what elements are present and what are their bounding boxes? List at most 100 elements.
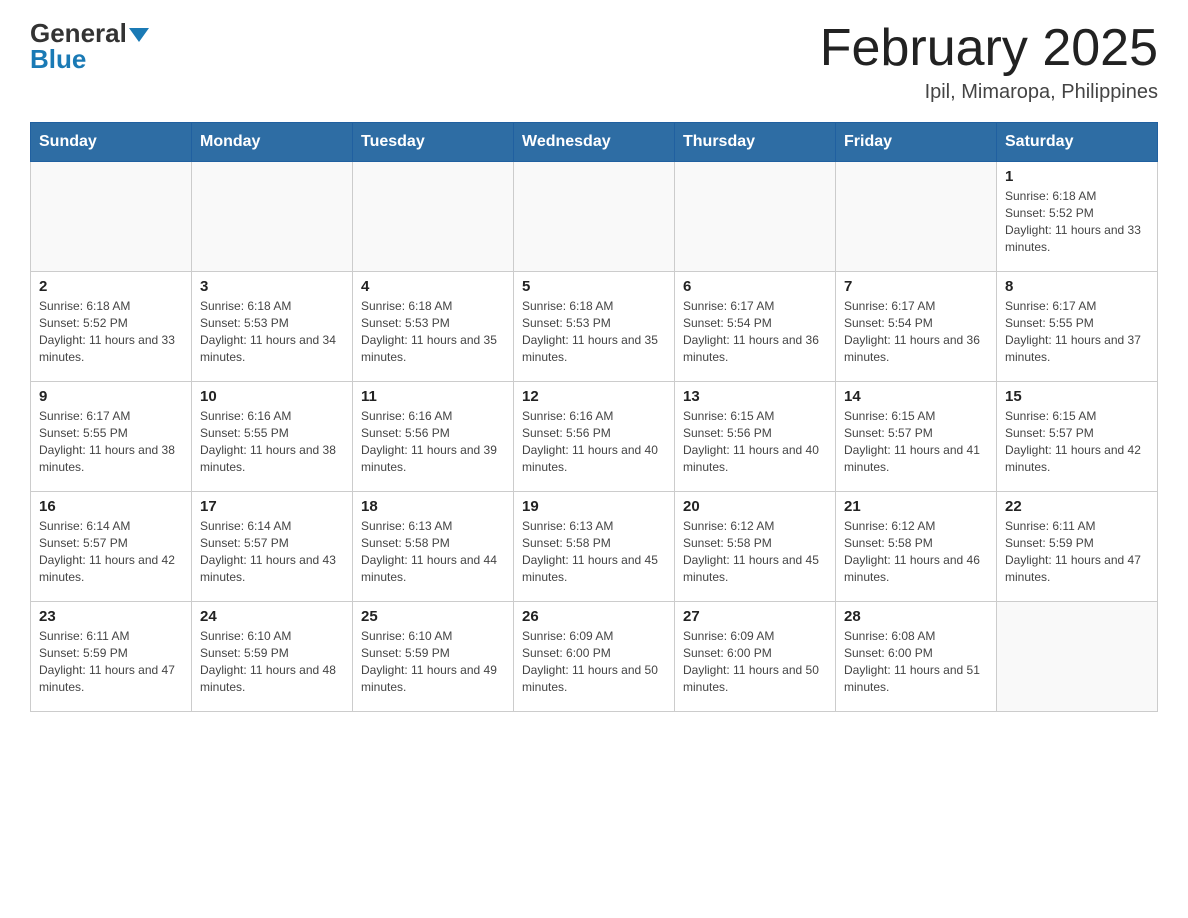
header-thursday: Thursday [675, 123, 836, 162]
week-row-3: 16 Sunrise: 6:14 AM Sunset: 5:57 PM Dayli… [31, 492, 1158, 602]
day-info: Sunrise: 6:17 AM Sunset: 5:54 PM Dayligh… [844, 298, 988, 365]
calendar-cell: 21 Sunrise: 6:12 AM Sunset: 5:58 PM Dayli… [836, 492, 997, 602]
day-info: Sunrise: 6:15 AM Sunset: 5:57 PM Dayligh… [844, 408, 988, 475]
day-info: Sunrise: 6:13 AM Sunset: 5:58 PM Dayligh… [361, 518, 505, 585]
logo-general: General [30, 20, 149, 46]
calendar-cell [836, 162, 997, 272]
calendar-cell: 24 Sunrise: 6:10 AM Sunset: 5:59 PM Dayli… [192, 602, 353, 712]
day-number: 5 [522, 278, 666, 295]
header-tuesday: Tuesday [353, 123, 514, 162]
day-number: 11 [361, 388, 505, 405]
calendar-cell [192, 162, 353, 272]
day-number: 12 [522, 388, 666, 405]
calendar-cell: 9Sunrise: 6:17 AM Sunset: 5:55 PM Daylig… [31, 382, 192, 492]
week-row-2: 9Sunrise: 6:17 AM Sunset: 5:55 PM Daylig… [31, 382, 1158, 492]
day-number: 6 [683, 278, 827, 295]
calendar-cell: 2 Sunrise: 6:18 AM Sunset: 5:52 PM Daylig… [31, 272, 192, 382]
day-info: Sunrise: 6:18 AM Sunset: 5:52 PM Dayligh… [39, 298, 183, 365]
day-info: Sunrise: 6:16 AM Sunset: 5:55 PM Dayligh… [200, 408, 344, 475]
header-monday: Monday [192, 123, 353, 162]
calendar-cell: 8Sunrise: 6:17 AM Sunset: 5:55 PM Daylig… [997, 272, 1158, 382]
calendar-cell: 15 Sunrise: 6:15 AM Sunset: 5:57 PM Dayli… [997, 382, 1158, 492]
header-wednesday: Wednesday [514, 123, 675, 162]
calendar-cell: 10 Sunrise: 6:16 AM Sunset: 5:55 PM Dayli… [192, 382, 353, 492]
day-number: 25 [361, 608, 505, 625]
calendar-cell: 19 Sunrise: 6:13 AM Sunset: 5:58 PM Dayli… [514, 492, 675, 602]
title-block: February 2025 Ipil, Mimaropa, Philippine… [820, 20, 1158, 104]
day-info: Sunrise: 6:17 AM Sunset: 5:55 PM Dayligh… [1005, 298, 1149, 365]
calendar-cell: 14 Sunrise: 6:15 AM Sunset: 5:57 PM Dayli… [836, 382, 997, 492]
calendar-cell: 5 Sunrise: 6:18 AM Sunset: 5:53 PM Daylig… [514, 272, 675, 382]
calendar-table: Sunday Monday Tuesday Wednesday Thursday… [30, 122, 1158, 712]
day-number: 19 [522, 498, 666, 515]
day-info: Sunrise: 6:12 AM Sunset: 5:58 PM Dayligh… [844, 518, 988, 585]
day-number: 2 [39, 278, 183, 295]
day-number: 13 [683, 388, 827, 405]
header-row: Sunday Monday Tuesday Wednesday Thursday… [31, 123, 1158, 162]
calendar-cell: 6 Sunrise: 6:17 AM Sunset: 5:54 PM Daylig… [675, 272, 836, 382]
day-number: 15 [1005, 388, 1149, 405]
day-info: Sunrise: 6:16 AM Sunset: 5:56 PM Dayligh… [522, 408, 666, 475]
day-info: Sunrise: 6:08 AM Sunset: 6:00 PM Dayligh… [844, 628, 988, 695]
calendar-cell: 11 Sunrise: 6:16 AM Sunset: 5:56 PM Dayli… [353, 382, 514, 492]
calendar-cell [514, 162, 675, 272]
day-info: Sunrise: 6:09 AM Sunset: 6:00 PM Dayligh… [683, 628, 827, 695]
calendar-subtitle: Ipil, Mimaropa, Philippines [820, 81, 1158, 104]
day-number: 10 [200, 388, 344, 405]
week-row-1: 2 Sunrise: 6:18 AM Sunset: 5:52 PM Daylig… [31, 272, 1158, 382]
calendar-cell: 4Sunrise: 6:18 AM Sunset: 5:53 PM Daylig… [353, 272, 514, 382]
calendar-cell [675, 162, 836, 272]
day-info: Sunrise: 6:10 AM Sunset: 5:59 PM Dayligh… [361, 628, 505, 695]
calendar-cell: 23 Sunrise: 6:11 AM Sunset: 5:59 PM Dayli… [31, 602, 192, 712]
day-info: Sunrise: 6:18 AM Sunset: 5:53 PM Dayligh… [200, 298, 344, 365]
page-header: General Blue February 2025 Ipil, Mimarop… [30, 20, 1158, 104]
day-number: 28 [844, 608, 988, 625]
day-info: Sunrise: 6:18 AM Sunset: 5:53 PM Dayligh… [522, 298, 666, 365]
calendar-cell: 16 Sunrise: 6:14 AM Sunset: 5:57 PM Dayli… [31, 492, 192, 602]
day-number: 16 [39, 498, 183, 515]
calendar-cell [997, 602, 1158, 712]
day-number: 22 [1005, 498, 1149, 515]
calendar-cell: 25 Sunrise: 6:10 AM Sunset: 5:59 PM Dayli… [353, 602, 514, 712]
day-number: 14 [844, 388, 988, 405]
day-number: 24 [200, 608, 344, 625]
week-row-0: 1 Sunrise: 6:18 AM Sunset: 5:52 PM Daylig… [31, 162, 1158, 272]
day-number: 27 [683, 608, 827, 625]
calendar-cell: 26 Sunrise: 6:09 AM Sunset: 6:00 PM Dayli… [514, 602, 675, 712]
day-info: Sunrise: 6:17 AM Sunset: 5:54 PM Dayligh… [683, 298, 827, 365]
day-number: 3 [200, 278, 344, 295]
calendar-cell: 18 Sunrise: 6:13 AM Sunset: 5:58 PM Dayli… [353, 492, 514, 602]
week-row-4: 23 Sunrise: 6:11 AM Sunset: 5:59 PM Dayli… [31, 602, 1158, 712]
header-sunday: Sunday [31, 123, 192, 162]
day-info: Sunrise: 6:14 AM Sunset: 5:57 PM Dayligh… [200, 518, 344, 585]
day-number: 7 [844, 278, 988, 295]
day-info: Sunrise: 6:13 AM Sunset: 5:58 PM Dayligh… [522, 518, 666, 585]
logo: General Blue [30, 20, 149, 72]
day-number: 21 [844, 498, 988, 515]
day-info: Sunrise: 6:10 AM Sunset: 5:59 PM Dayligh… [200, 628, 344, 695]
calendar-cell: 22 Sunrise: 6:11 AM Sunset: 5:59 PM Dayli… [997, 492, 1158, 602]
day-info: Sunrise: 6:11 AM Sunset: 5:59 PM Dayligh… [1005, 518, 1149, 585]
day-number: 26 [522, 608, 666, 625]
calendar-cell: 13 Sunrise: 6:15 AM Sunset: 5:56 PM Dayli… [675, 382, 836, 492]
logo-blue: Blue [30, 46, 86, 72]
day-number: 17 [200, 498, 344, 515]
calendar-cell: 17 Sunrise: 6:14 AM Sunset: 5:57 PM Dayli… [192, 492, 353, 602]
calendar-cell: 28 Sunrise: 6:08 AM Sunset: 6:00 PM Dayli… [836, 602, 997, 712]
day-number: 18 [361, 498, 505, 515]
day-info: Sunrise: 6:16 AM Sunset: 5:56 PM Dayligh… [361, 408, 505, 475]
calendar-cell [353, 162, 514, 272]
calendar-cell: 1 Sunrise: 6:18 AM Sunset: 5:52 PM Daylig… [997, 162, 1158, 272]
day-number: 1 [1005, 168, 1149, 185]
day-info: Sunrise: 6:18 AM Sunset: 5:52 PM Dayligh… [1005, 188, 1149, 255]
day-info: Sunrise: 6:09 AM Sunset: 6:00 PM Dayligh… [522, 628, 666, 695]
day-info: Sunrise: 6:15 AM Sunset: 5:57 PM Dayligh… [1005, 408, 1149, 475]
calendar-cell: 20Sunrise: 6:12 AM Sunset: 5:58 PM Dayli… [675, 492, 836, 602]
calendar-cell: 3 Sunrise: 6:18 AM Sunset: 5:53 PM Daylig… [192, 272, 353, 382]
day-info: Sunrise: 6:15 AM Sunset: 5:56 PM Dayligh… [683, 408, 827, 475]
day-info: Sunrise: 6:17 AM Sunset: 5:55 PM Dayligh… [39, 408, 183, 475]
day-number: 23 [39, 608, 183, 625]
day-info: Sunrise: 6:14 AM Sunset: 5:57 PM Dayligh… [39, 518, 183, 585]
calendar-cell: 12 Sunrise: 6:16 AM Sunset: 5:56 PM Dayli… [514, 382, 675, 492]
day-info: Sunrise: 6:11 AM Sunset: 5:59 PM Dayligh… [39, 628, 183, 695]
